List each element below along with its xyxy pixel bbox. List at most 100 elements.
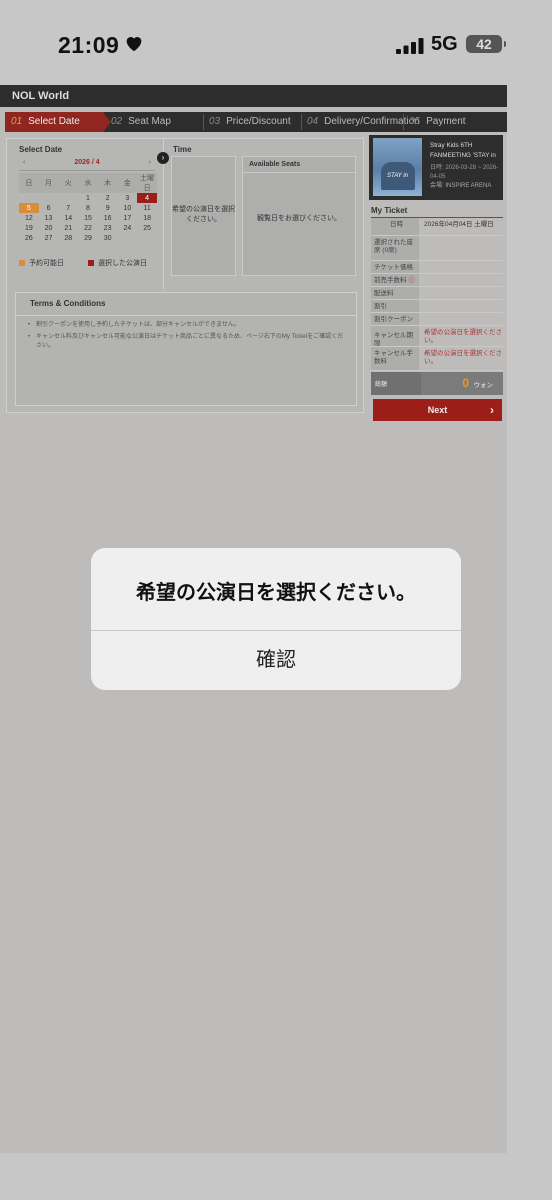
calendar-day[interactable]: 28: [58, 233, 78, 243]
terms-box: Terms & Conditions 割引クーポンを使用し予約したチケットは、部…: [15, 292, 357, 406]
calendar-week: 1234: [19, 193, 157, 203]
event-dates: 日時: 2026-03-28 ~ 2026-04-05: [430, 165, 499, 180]
network-type: 5G: [431, 33, 458, 55]
calendar-day[interactable]: 12: [19, 213, 39, 223]
step-divider: [403, 114, 404, 130]
calendar-month: 2026 / 4: [74, 159, 100, 166]
alert-confirm-button[interactable]: 確認: [91, 631, 461, 690]
calendar-legend: 予約可能日 選択した公演日: [19, 258, 147, 268]
event-card: STAY in Stray Kids 6TH FANMEETING 'STAY …: [369, 135, 503, 200]
calendar-day[interactable]: 29: [78, 233, 98, 243]
terms-list: 割引クーポンを使用し予約したチケットは、部分キャンセルができません。 キャンセル…: [28, 321, 348, 354]
alert-dialog: 希望の公演日を選択ください。 確認: [91, 548, 461, 690]
calendar-day[interactable]: 24: [118, 223, 138, 233]
step-select-date[interactable]: 01 Select Date: [5, 112, 111, 132]
chevron-right-icon[interactable]: ›: [157, 152, 169, 164]
heart-icon: [126, 37, 142, 52]
calendar-day[interactable]: 8: [78, 203, 98, 213]
calendar-day[interactable]: 19: [19, 223, 39, 233]
next-button[interactable]: Next ›: [373, 399, 502, 421]
brand-logo[interactable]: NOL World: [12, 90, 69, 102]
event-venue: 会場: INSPIRE ARENA: [430, 183, 492, 189]
step-payment[interactable]: 05 Payment: [409, 112, 466, 132]
ticket-row-cancel-deadline: キャンセル期限 希望の公演日を選択ください。: [371, 326, 503, 347]
calendar-day[interactable]: 3: [118, 193, 138, 203]
total-label: 総額: [375, 382, 388, 388]
terms-item: キャンセル料及びキャンセル可能な公演日はチケット商品ごとに異なるため、ページ右下…: [28, 333, 348, 351]
legend-available: 予約可能日: [29, 260, 64, 267]
calendar-day[interactable]: 15: [78, 213, 98, 223]
calendar-day[interactable]: 16: [98, 213, 118, 223]
ticket-row-date: 日時 2026年04月04日 土曜日: [371, 218, 503, 236]
available-seats-message: 観覧日をお選びください。: [257, 215, 341, 222]
calendar-day[interactable]: 26: [19, 233, 39, 243]
calendar-day[interactable]: 22: [78, 223, 98, 233]
calendar-day[interactable]: 5: [19, 203, 39, 213]
calendar-nav: ‹ 2026 / 4 ›: [19, 159, 155, 171]
calendar-week: 19 20 21 22 23 24 25: [19, 223, 157, 233]
calendar-day[interactable]: 6: [39, 203, 59, 213]
step-divider: [203, 114, 204, 130]
calendar-week: 12 13 14 15 16 17 18: [19, 213, 157, 223]
calendar-day[interactable]: 10: [118, 203, 138, 213]
total-unit: ウォン: [473, 382, 494, 389]
battery-icon: 42: [466, 35, 506, 53]
ticket-row-coupon: 割引クーポン: [371, 313, 503, 326]
terms-item: 割引クーポンを使用し予約したチケットは、部分キャンセルができません。: [28, 321, 348, 330]
ticket-row-fee: 前売手数料 ⓘ: [371, 274, 503, 287]
calendar-day[interactable]: 9: [98, 203, 118, 213]
weekday-header: 火: [58, 173, 79, 193]
calendar-day[interactable]: 30: [98, 233, 118, 243]
next-month-button[interactable]: ›: [149, 159, 151, 166]
step-bar: 01 Select Date 02 Seat Map 03 Price/Discoun…: [5, 112, 507, 132]
ticket-row-seats: 選択された座席 (0席): [371, 236, 503, 261]
calendar-empty: [19, 193, 39, 203]
terms-title: Terms & Conditions: [30, 299, 106, 308]
calendar-day[interactable]: 14: [58, 213, 78, 223]
info-icon[interactable]: ⓘ: [408, 277, 415, 284]
status-bar: 21:09 5G 42: [0, 0, 552, 85]
calendar-day[interactable]: 2: [98, 193, 118, 203]
booking-panel: Select Date ‹ 2026 / 4 › 日月火水木金土曜日 12345…: [6, 138, 364, 413]
total-row: 総額 0 ウォン: [371, 372, 503, 395]
calendar-day[interactable]: 27: [39, 233, 59, 243]
available-seats-title: Available Seats: [243, 157, 355, 173]
alert-message: 希望の公演日を選択ください。: [136, 582, 416, 604]
calendar-day[interactable]: 21: [58, 223, 78, 233]
legend-selected: 選択した公演日: [97, 260, 147, 267]
calendar-day[interactable]: 20: [39, 223, 59, 233]
calendar-day[interactable]: 17: [118, 213, 138, 223]
calendar-empty: [58, 193, 78, 203]
event-title: Stray Kids 6TH FANMEETING 'STAY in: [430, 142, 496, 159]
calendar-grid: 日月火水木金土曜日 1 2 3 4 5 6 7 8 9 10 11 12 13 14 15 16 17 18 19 2…: [19, 173, 157, 243]
step-divider: [301, 114, 302, 130]
calendar-week: 26 27 28 29 30: [19, 233, 157, 243]
step-seat-map[interactable]: 02 Seat Map: [111, 112, 171, 132]
weekday-header: 金: [117, 173, 138, 193]
ticket-row-price: チケット価格: [371, 261, 503, 274]
event-poster: STAY in: [373, 138, 422, 196]
total-value: 0: [462, 376, 470, 390]
calendar-empty: [39, 193, 59, 203]
calendar-day[interactable]: 4: [137, 193, 157, 203]
calendar-day[interactable]: 18: [137, 213, 157, 223]
calendar-day[interactable]: 23: [98, 223, 118, 233]
time-title: Time: [173, 145, 192, 154]
calendar-day[interactable]: 11: [137, 203, 157, 213]
step-price-discount[interactable]: 03 Price/Discount: [209, 112, 291, 132]
weekday-header: 木: [97, 173, 118, 193]
calendar-day[interactable]: 7: [58, 203, 78, 213]
selected-swatch: [87, 260, 94, 267]
status-time: 21:09: [58, 32, 120, 58]
weekday-header: 土曜日: [137, 173, 157, 193]
select-date-title: Select Date: [19, 145, 63, 154]
weekday-header: 日: [19, 173, 39, 193]
cellular-signal-icon: [396, 38, 424, 54]
calendar-day[interactable]: 1: [78, 193, 98, 203]
calendar-day[interactable]: 13: [39, 213, 59, 223]
available-seats-box: Available Seats 観覧日をお選びください。: [242, 156, 356, 276]
ticket-row-discount: 割引: [371, 300, 503, 313]
calendar-day[interactable]: 25: [137, 223, 157, 233]
my-ticket-title: My Ticket: [371, 206, 503, 218]
calendar-empty: [137, 233, 157, 243]
